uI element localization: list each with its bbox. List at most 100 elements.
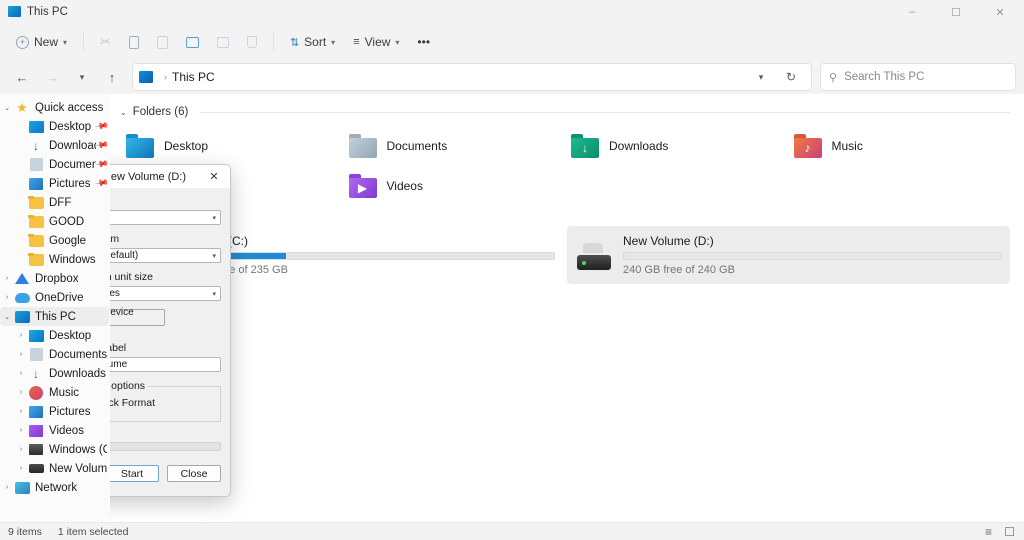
allocation-unit-label: Allocation unit size <box>110 271 153 283</box>
folder-tile[interactable]: Desktop <box>120 128 343 164</box>
navigation-pane[interactable]: ⌄★Quick accessDesktop📌↓Downloads📌Documen… <box>0 94 110 522</box>
folder-tile[interactable]: ↓ Downloads <box>565 128 788 164</box>
volume-label-input[interactable]: New Volume <box>110 357 221 372</box>
sidebar-item-downloads[interactable]: ↓ Downloads📌 <box>0 136 109 155</box>
file-list-area[interactable]: ⌄ Folders (6) Desktop Documents ↓ Downloads… <box>110 94 1024 522</box>
expand-chevron-icon[interactable]: › <box>14 446 28 453</box>
sidebar-item-dff[interactable]: DFF <box>0 193 109 212</box>
expand-chevron-icon[interactable]: ⌄ <box>0 313 14 321</box>
pin-icon[interactable]: 📌 <box>94 119 109 134</box>
sidebar-item-label: Google <box>49 234 87 247</box>
window-tab[interactable]: This PC <box>0 6 68 18</box>
folder-name: Music <box>831 139 863 153</box>
sidebar-item-music[interactable]: › Music <box>0 383 109 402</box>
sidebar-item-documents[interactable]: › Documents <box>0 345 109 364</box>
rename-button[interactable] <box>178 28 207 56</box>
expand-chevron-icon[interactable]: › <box>0 484 14 491</box>
network-icon <box>14 480 30 496</box>
expand-chevron-icon[interactable]: › <box>14 408 28 415</box>
maximize-button[interactable]: ☐ <box>934 0 978 24</box>
paste-button[interactable] <box>149 28 176 56</box>
pictures-icon <box>28 404 44 420</box>
sort-button[interactable]: ⇅ Sort ▾ <box>282 28 343 56</box>
sidebar-item-desktop[interactable]: › Desktop <box>0 326 109 345</box>
rename-icon <box>185 36 199 48</box>
expand-chevron-icon[interactable]: ⌄ <box>0 104 14 112</box>
sidebar-item-desktop[interactable]: Desktop 📌 <box>0 117 109 136</box>
sidebar-item-windows-c[interactable]: › Windows (C:) <box>0 440 109 459</box>
folder-icon <box>28 233 44 249</box>
expand-chevron-icon[interactable]: › <box>0 294 14 301</box>
sidebar-item-this-pc[interactable]: ⌄ This PC <box>0 307 109 326</box>
sidebar-item-good[interactable]: GOOD <box>0 212 109 231</box>
folder-tile[interactable]: ▶ Videos <box>343 168 566 204</box>
quick-format-row[interactable]: ✓ Quick Format <box>110 397 212 409</box>
breadcrumb-bar[interactable]: › This PC ▾ ↻ <box>132 63 812 91</box>
large-icons-view-icon[interactable]: ☐ <box>1003 525 1016 539</box>
breadcrumb-this-pc[interactable]: This PC <box>172 70 215 84</box>
back-button[interactable]: ← <box>8 63 36 91</box>
sidebar-item-network[interactable]: › Network <box>0 478 109 497</box>
folder-tile[interactable]: Documents <box>343 128 566 164</box>
sidebar-item-documents[interactable]: Documents📌 <box>0 155 109 174</box>
up-button[interactable]: ↑ <box>98 63 126 91</box>
expand-chevron-icon[interactable]: › <box>14 465 28 472</box>
sidebar-item-label: Music <box>49 386 80 399</box>
recent-locations-button[interactable]: ▾ <box>68 63 96 91</box>
pin-icon[interactable]: 📌 <box>94 176 109 191</box>
close-icon[interactable]: ✕ <box>204 167 224 187</box>
view-button[interactable]: ≡ View ▾ <box>345 28 407 56</box>
refresh-button[interactable]: ↻ <box>777 63 805 91</box>
copy-icon <box>128 35 139 49</box>
sidebar-item-videos[interactable]: › Videos <box>0 421 109 440</box>
expand-chevron-icon[interactable]: › <box>14 427 28 434</box>
sidebar-item-label: Dropbox <box>35 272 79 285</box>
copy-button[interactable] <box>121 28 147 56</box>
details-view-icon[interactable]: ≡ <box>982 525 995 539</box>
more-options-button[interactable]: ••• <box>409 28 438 56</box>
sidebar-item-onedrive[interactable]: › OneDrive <box>0 288 109 307</box>
breadcrumb-separator: › <box>164 72 167 82</box>
sidebar-item-google[interactable]: Google <box>0 231 109 250</box>
allocation-unit-select[interactable]: 4096 bytes ▾ <box>110 286 221 301</box>
start-button[interactable]: Start <box>110 465 159 482</box>
sidebar-item-label: OneDrive <box>35 291 84 304</box>
drive-tile[interactable]: New Volume (D:) 240 GB free of 240 GB <box>567 226 1010 284</box>
drives-grid: Windows (C:) 167 GB free of 235 GB New Vol… <box>120 226 1010 284</box>
folder-tile[interactable]: ♪ Music <box>788 128 1011 164</box>
share-button[interactable] <box>209 28 237 56</box>
drive-icon <box>575 240 613 270</box>
sidebar-item-windows[interactable]: Windows <box>0 250 109 269</box>
expand-chevron-icon[interactable]: › <box>0 275 14 282</box>
sidebar-item-pictures[interactable]: › Pictures <box>0 402 109 421</box>
this-pc-icon <box>8 6 21 17</box>
pin-icon[interactable]: 📌 <box>94 138 109 153</box>
close-button[interactable]: Close <box>167 465 221 482</box>
forward-button[interactable]: → <box>38 63 66 91</box>
file-system-select[interactable]: NTFS (Default) ▾ <box>110 248 221 263</box>
share-icon <box>216 36 229 48</box>
delete-button[interactable] <box>239 28 265 56</box>
sidebar-item-pictures[interactable]: Pictures 📌 <box>0 174 109 193</box>
capacity-select[interactable]: 240 GB ▾ <box>110 210 221 225</box>
cut-button[interactable]: ✂ <box>92 28 119 56</box>
expand-chevron-icon[interactable]: › <box>14 332 28 339</box>
sidebar-item-dropbox[interactable]: › Dropbox <box>0 269 109 288</box>
expand-chevron-icon[interactable]: › <box>14 389 28 396</box>
close-button[interactable]: ✕ <box>978 0 1022 24</box>
search-box[interactable]: ⚲ Search This PC <box>820 63 1016 91</box>
pin-icon[interactable]: 📌 <box>94 157 109 172</box>
sidebar-item-quick-access[interactable]: ⌄ ★ Quick access <box>0 98 109 117</box>
format-dialog[interactable]: Format New Volume (D:) ✕ Capacity: 240 G… <box>110 164 231 497</box>
expand-chevron-icon[interactable]: › <box>14 351 28 358</box>
new-button[interactable]: + New ▾ <box>8 28 75 56</box>
expand-chevron-icon[interactable]: › <box>14 370 28 377</box>
address-dropdown-button[interactable]: ▾ <box>747 63 775 91</box>
restore-device-defaults-button[interactable]: Restore device defaults <box>110 307 165 326</box>
minimize-button[interactable]: – <box>890 0 934 24</box>
chevron-down-icon[interactable]: ⌄ <box>120 108 127 117</box>
sidebar-item-new-volume-d[interactable]: › New Volume (D:) <box>0 459 109 478</box>
folders-group-header[interactable]: ⌄ Folders (6) <box>120 102 1010 122</box>
drive-name: Windows (C:) <box>176 234 249 248</box>
sidebar-item-downloads[interactable]: › ↓ Downloads <box>0 364 109 383</box>
